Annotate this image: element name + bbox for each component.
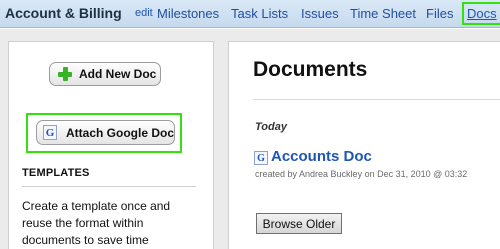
- tab-task-lists[interactable]: Task Lists: [231, 6, 288, 21]
- top-navigation-bar: Account & Billing edit Milestones Task L…: [0, 0, 500, 28]
- document-title-link[interactable]: Accounts Doc: [271, 148, 372, 165]
- plus-icon: [58, 67, 72, 81]
- tab-time-sheet[interactable]: Time Sheet: [350, 6, 416, 21]
- tab-docs[interactable]: Docs: [462, 2, 500, 25]
- attach-google-doc-button[interactable]: G Attach Google Doc: [36, 120, 175, 145]
- title-divider: [253, 99, 500, 100]
- google-doc-icon: G: [43, 125, 57, 140]
- templates-divider: [22, 186, 196, 187]
- document-meta: created by Andrea Buckley on Dec 31, 201…: [255, 169, 468, 179]
- browse-older-button[interactable]: Browse Older: [256, 213, 342, 234]
- templates-description: Create a template once and reuse the for…: [22, 199, 171, 247]
- date-group-label: Today: [255, 121, 287, 133]
- add-new-doc-label: Add New Doc: [79, 67, 157, 81]
- tab-files[interactable]: Files: [426, 6, 453, 21]
- tab-milestones[interactable]: Milestones: [157, 6, 219, 21]
- tab-issues[interactable]: Issues: [301, 6, 339, 21]
- edit-project-link[interactable]: edit: [135, 7, 153, 19]
- templates-heading: TEMPLATES: [22, 167, 90, 179]
- page-title: Documents: [253, 58, 368, 81]
- google-doc-icon: G: [254, 151, 268, 165]
- add-new-doc-button[interactable]: Add New Doc: [49, 62, 161, 86]
- project-title: Account & Billing: [5, 5, 122, 21]
- attach-google-doc-label: Attach Google Doc: [65, 125, 174, 140]
